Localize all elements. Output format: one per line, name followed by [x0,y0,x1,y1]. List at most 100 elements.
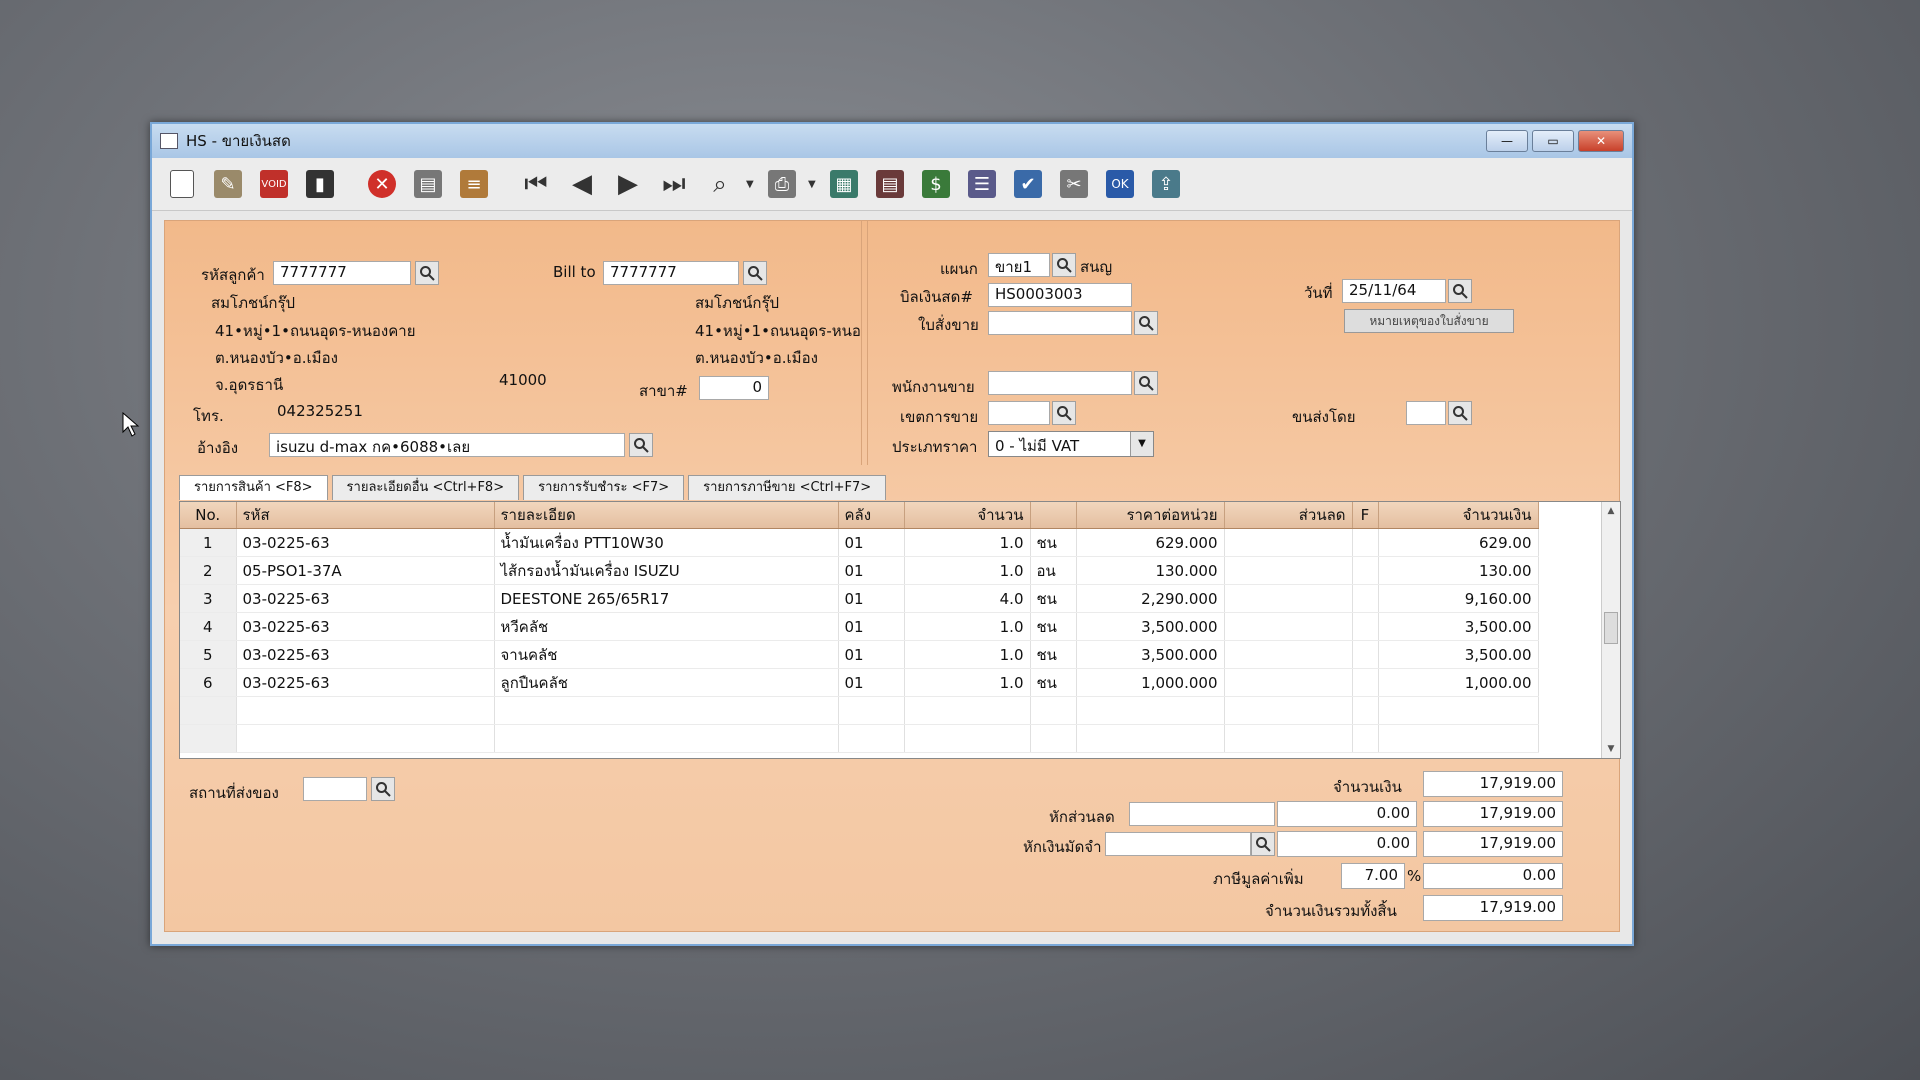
row-amount[interactable]: 1,000.00 [1378,668,1539,697]
cash-icon[interactable]: $ [916,164,956,204]
grid-scrollbar[interactable]: ▲ ▼ [1601,502,1620,758]
salesman-field[interactable] [988,371,1132,395]
find-dropdown-icon[interactable]: ▼ [746,179,756,190]
row-description[interactable]: จานคลัช [494,640,839,669]
row-description[interactable]: ลูกปืนคลัช [494,668,839,697]
tools-icon[interactable]: ✂ [1054,164,1094,204]
customer-code-field[interactable]: 7777777 [273,261,411,285]
row-unit[interactable]: ชน [1030,584,1077,613]
row-code[interactable]: 03-0225-63 [236,584,495,613]
sales-order-field[interactable] [988,311,1132,335]
row-quantity[interactable]: 4.0 [904,584,1031,613]
report-icon[interactable]: ▤ [870,164,910,204]
row-description[interactable]: DEESTONE 265/65R17 [494,584,839,613]
row-flag[interactable] [1352,584,1379,613]
sales-area-field[interactable] [988,401,1050,425]
price-type-select[interactable]: 0 - ไม่มี VAT ▼ [988,431,1154,457]
row-flag[interactable] [1352,612,1379,641]
find-icon[interactable]: ⌕ [700,164,740,204]
row-description[interactable]: น้ำมันเครื่อง PTT10W30 [494,528,839,557]
scroll-thumb[interactable] [1604,612,1618,644]
row-amount[interactable]: 3,500.00 [1378,640,1539,669]
save-icon[interactable]: ▤ [408,164,448,204]
discount-text-field[interactable] [1129,802,1275,826]
row-flag[interactable] [1352,556,1379,585]
row-unit-price[interactable]: 3,500.000 [1076,640,1225,669]
sales-area-search-icon[interactable] [1052,401,1076,425]
row-unit[interactable]: ชน [1030,528,1077,557]
tab-payments[interactable]: รายการรับชำระ <F7> [523,475,685,500]
discount-field[interactable]: 0.00 [1277,801,1417,827]
last-icon[interactable]: ⏭ [654,164,694,204]
row-discount[interactable] [1224,640,1353,669]
table-row[interactable]: 1 03-0225-63 น้ำมันเครื่อง PTT10W30 01 1… [180,528,1539,557]
col-header-amount[interactable]: จำนวนเงิน [1378,502,1539,529]
salesman-search-icon[interactable] [1134,371,1158,395]
empty-row[interactable] [180,724,1539,753]
ship-to-field[interactable] [303,777,367,801]
bill-number-field[interactable]: HS0003003 [988,283,1132,307]
empty-row[interactable] [180,696,1539,725]
void-icon[interactable]: VOID [254,164,294,204]
items-grid[interactable]: No. รหัส รายละเอียด คลัง จำนวน ราคาต่อหน… [179,501,1621,759]
customer-search-icon[interactable] [415,261,439,285]
tab-sales-tax[interactable]: รายการภาษีขาย <Ctrl+F7> [688,475,887,500]
col-header-code[interactable]: รหัส [236,502,495,529]
row-warehouse[interactable]: 01 [838,612,905,641]
table-row[interactable]: 6 03-0225-63 ลูกปืนคลัช 01 1.0 ชน 1,000.… [180,668,1539,697]
row-quantity[interactable]: 1.0 [904,640,1031,669]
row-warehouse[interactable]: 01 [838,640,905,669]
close-button[interactable]: ✕ [1578,130,1624,152]
shipped-by-search-icon[interactable] [1448,401,1472,425]
table-row[interactable]: 5 03-0225-63 จานคลัช 01 1.0 ชน 3,500.000… [180,640,1539,669]
row-quantity[interactable]: 1.0 [904,556,1031,585]
col-header-discount[interactable]: ส่วนลด [1224,502,1353,529]
col-header-flag[interactable]: F [1352,502,1379,529]
row-warehouse[interactable]: 01 [838,668,905,697]
trash-icon[interactable]: ▮ [300,164,340,204]
row-unit-price[interactable]: 130.000 [1076,556,1225,585]
tab-items[interactable]: รายการสินค้า <F8> [179,475,328,500]
row-code[interactable]: 03-0225-63 [236,668,495,697]
stack-icon[interactable]: ≡ [454,164,494,204]
scroll-down-icon[interactable]: ▼ [1602,740,1620,758]
chevron-down-icon[interactable]: ▼ [1130,432,1153,456]
scroll-up-icon[interactable]: ▲ [1602,502,1620,520]
row-flag[interactable] [1352,640,1379,669]
row-description[interactable]: หวีคลัช [494,612,839,641]
row-quantity[interactable]: 1.0 [904,528,1031,557]
date-field[interactable]: 25/11/64 [1342,279,1446,303]
col-header-warehouse[interactable]: คลัง [838,502,905,529]
export-icon[interactable]: ⇪ [1146,164,1186,204]
row-amount[interactable]: 3,500.00 [1378,612,1539,641]
row-quantity[interactable]: 1.0 [904,668,1031,697]
branch-field[interactable]: 0 [699,376,769,400]
row-flag[interactable] [1352,668,1379,697]
next-icon[interactable]: ▶ [608,164,648,204]
col-header-no[interactable]: No. [180,502,237,529]
new-icon[interactable] [162,164,202,204]
row-unit[interactable]: ชน [1030,668,1077,697]
row-description[interactable]: ไส้กรองน้ำมันเครื่อง ISUZU [494,556,839,585]
billto-search-icon[interactable] [743,261,767,285]
row-unit-price[interactable]: 629.000 [1076,528,1225,557]
row-unit-price[interactable]: 3,500.000 [1076,612,1225,641]
row-unit-price[interactable]: 1,000.000 [1076,668,1225,697]
billto-code-field[interactable]: 7777777 [603,261,739,285]
col-header-description[interactable]: รายละเอียด [494,502,839,529]
col-header-unit-price[interactable]: ราคาต่อหน่วย [1076,502,1225,529]
edit-icon[interactable]: ✎ [208,164,248,204]
table-row[interactable]: 4 03-0225-63 หวีคลัช 01 1.0 ชน 3,500.000… [180,612,1539,641]
calc-icon[interactable]: ▦ [824,164,864,204]
stamp-ok-icon[interactable]: ✔ [1008,164,1048,204]
reference-search-icon[interactable] [629,433,653,457]
row-amount[interactable]: 130.00 [1378,556,1539,585]
list-icon[interactable]: ☰ [962,164,1002,204]
row-unit[interactable]: ชน [1030,640,1077,669]
row-discount[interactable] [1224,584,1353,613]
row-unit[interactable]: ชน [1030,612,1077,641]
row-code[interactable]: 05-PSO1-37A [236,556,495,585]
print-dropdown-icon[interactable]: ▼ [808,179,818,190]
ship-to-search-icon[interactable] [371,777,395,801]
print-icon[interactable]: ⎙ [762,164,802,204]
